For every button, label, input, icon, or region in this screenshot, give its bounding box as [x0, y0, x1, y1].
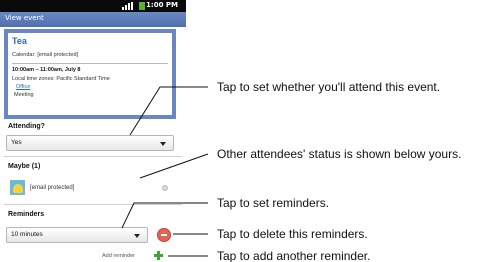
add-reminder-icon[interactable]	[154, 251, 163, 260]
reminders-label: Reminders	[8, 211, 45, 218]
event-description: Meeting	[14, 92, 34, 98]
attending-value: Yes	[11, 139, 22, 146]
attendee-avatar	[10, 180, 25, 195]
status-bar: 1:00 PM	[0, 0, 186, 12]
event-location-link[interactable]: Office	[16, 84, 30, 90]
reminder-value: 10 minutes	[11, 231, 43, 238]
divider	[12, 63, 168, 64]
screen-title: View event	[5, 14, 44, 22]
callout-attendees-status: Other attendees' status is shown below y…	[217, 147, 462, 161]
attendee-email: [email protected]	[30, 185, 75, 191]
remove-reminder-button[interactable]	[157, 228, 171, 242]
signal-icon	[122, 2, 133, 10]
callout-set-reminders: Tap to set reminders.	[217, 196, 330, 210]
dropdown-arrow-icon	[160, 142, 166, 146]
title-bar: View event	[0, 12, 186, 27]
divider	[4, 204, 182, 205]
maybe-label: Maybe (1)	[8, 163, 41, 170]
event-calendar: Calendar: [email protected]	[12, 52, 79, 58]
battery-icon	[139, 2, 145, 10]
dropdown-arrow-icon	[134, 234, 140, 238]
callout-attend: Tap to set whether you'll attend this ev…	[217, 80, 441, 94]
callout-add-reminder: Tap to add another reminder.	[217, 249, 371, 262]
add-reminder-label[interactable]: Add reminder	[102, 253, 135, 259]
attending-label: Attending?	[8, 123, 45, 130]
status-time: 1:00 PM	[146, 1, 178, 9]
event-details-card: Tea Calendar: [email protected] 10:00am …	[4, 29, 176, 119]
callout-delete-reminder: Tap to delete this reminders.	[217, 227, 368, 241]
attending-dropdown[interactable]: Yes	[6, 135, 174, 151]
reminder-dropdown[interactable]: 10 minutes	[6, 227, 148, 243]
phone-screen: 1:00 PM View event Tea Calendar: [email …	[0, 0, 186, 262]
divider	[4, 156, 182, 157]
event-time: 10:00am – 11:00am, July 8	[12, 67, 81, 73]
event-title: Tea	[12, 36, 27, 46]
event-timezone: Local time zones: Pacific Standard Time	[12, 76, 110, 82]
attendee-status-icon	[162, 185, 168, 191]
